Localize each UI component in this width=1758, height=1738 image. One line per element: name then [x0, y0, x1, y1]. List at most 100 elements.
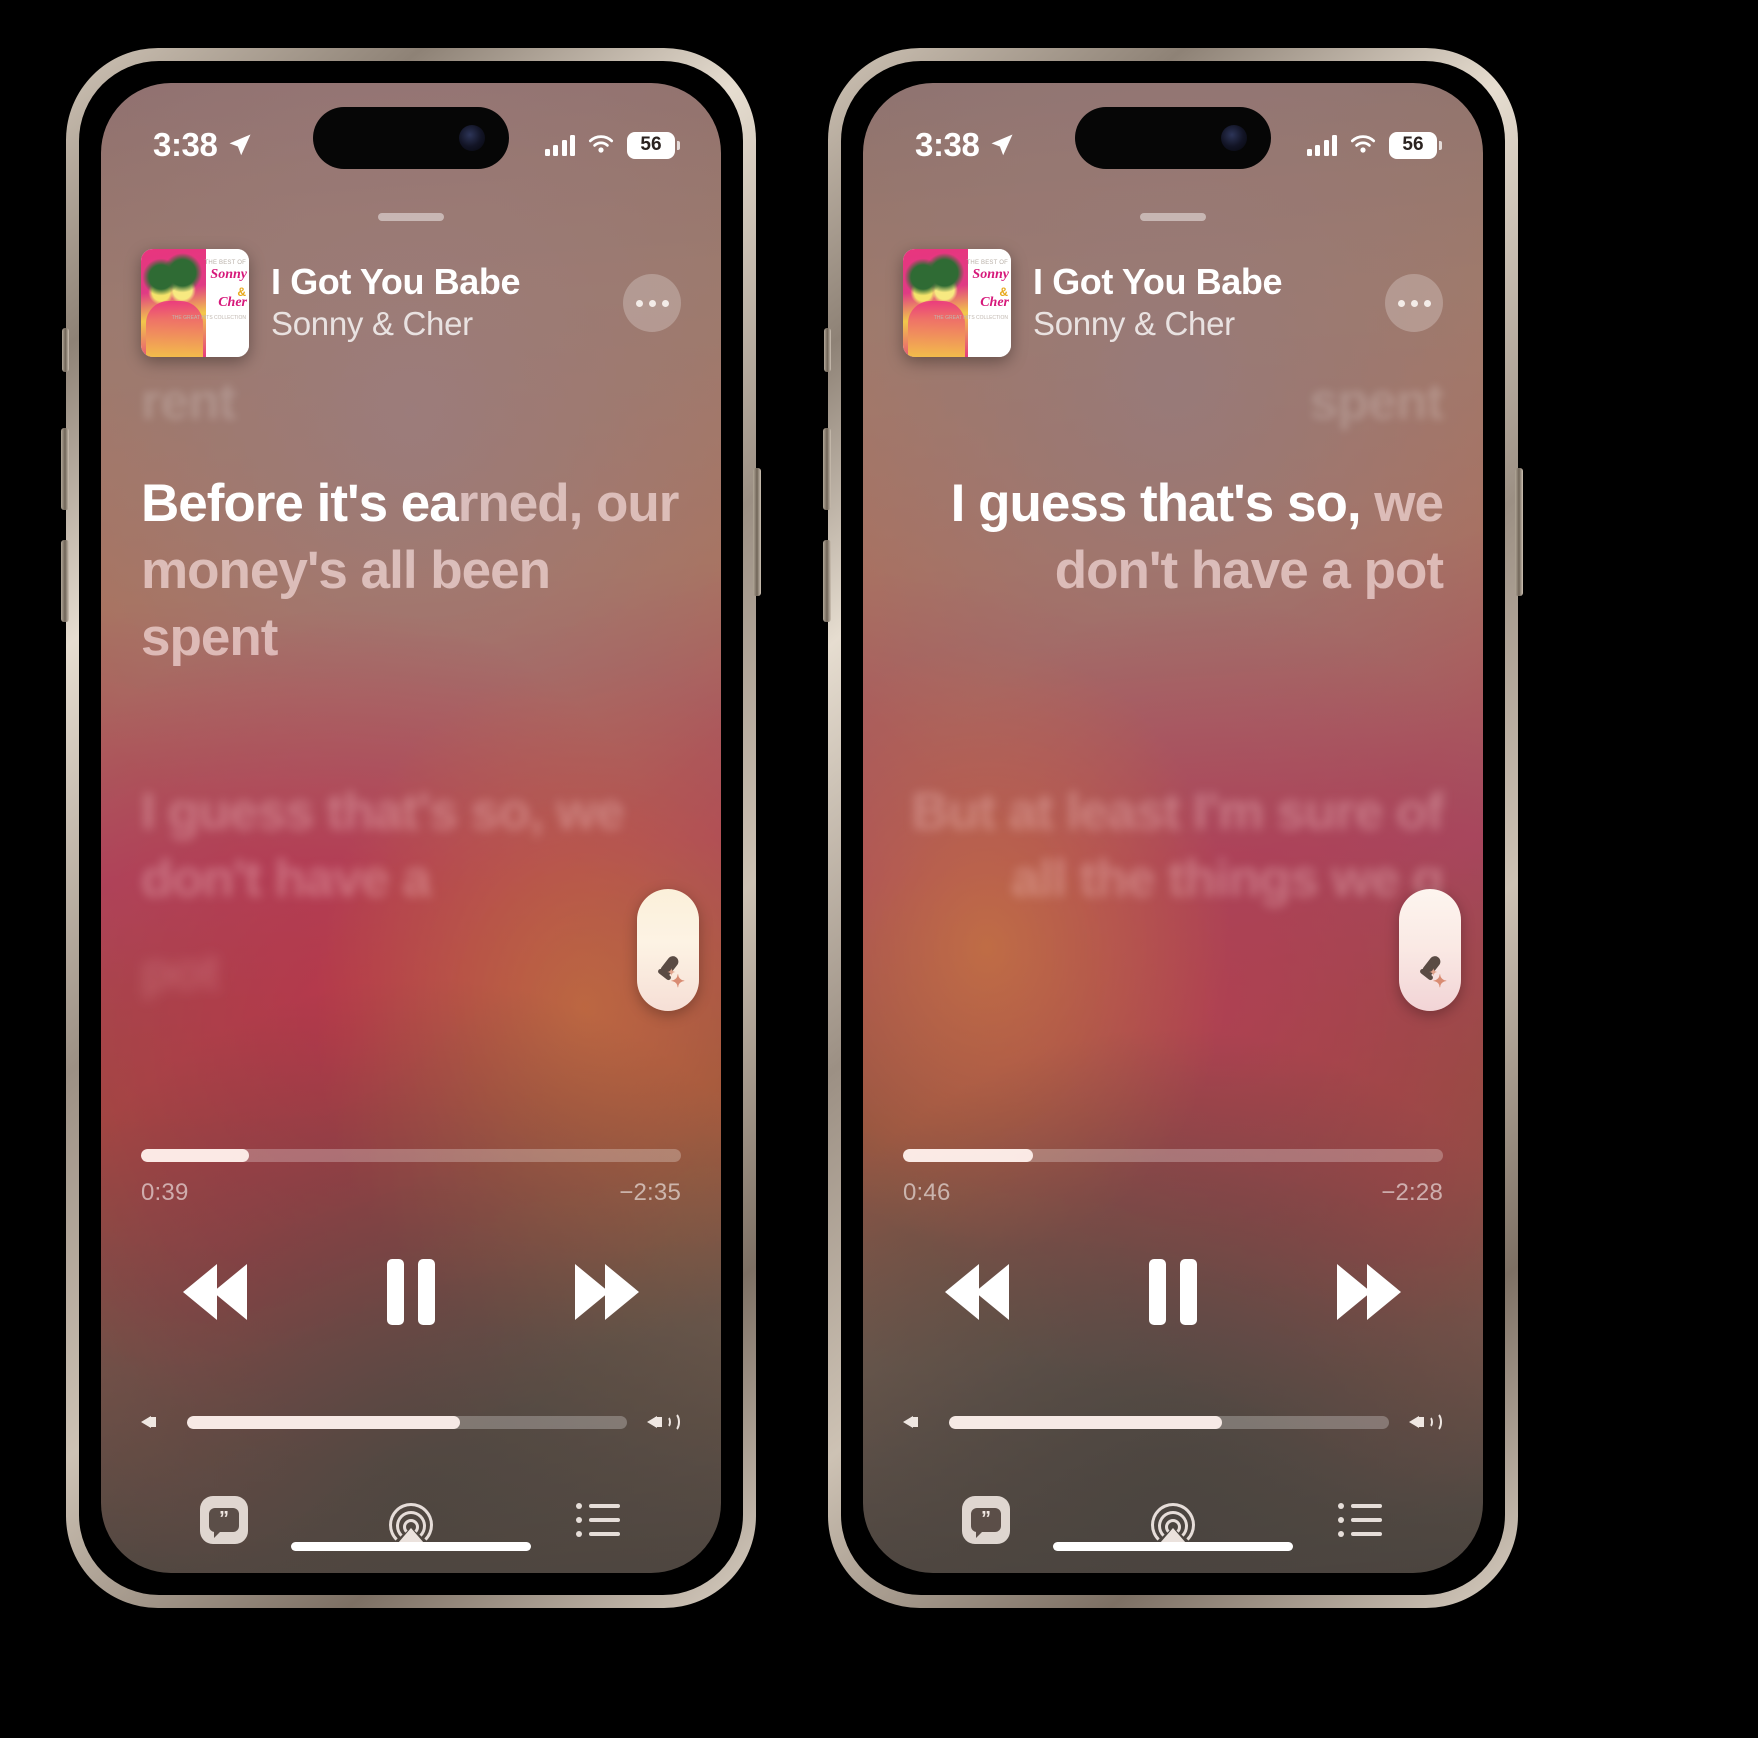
- mute-switch[interactable]: [824, 328, 831, 372]
- volume-up-button[interactable]: [61, 428, 69, 510]
- volume-down-button[interactable]: [823, 540, 831, 622]
- lyrics-panel[interactable]: rent Before it's earned, our money's all…: [101, 379, 721, 1123]
- volume-control[interactable]: [141, 1409, 681, 1435]
- volume-down-button[interactable]: [61, 540, 69, 622]
- volume-up-button[interactable]: [823, 428, 831, 510]
- ellipsis-icon: [635, 299, 643, 307]
- rewind-icon: [213, 1264, 247, 1320]
- tab-lyrics[interactable]: ”: [195, 1491, 253, 1549]
- power-button[interactable]: [1515, 468, 1523, 596]
- volume-track[interactable]: [949, 1415, 1389, 1429]
- status-indicators: 56: [544, 131, 680, 159]
- rewind-icon: [183, 1264, 217, 1320]
- power-button[interactable]: [753, 468, 761, 596]
- tab-queue[interactable]: [569, 1491, 627, 1549]
- sheet-grabber[interactable]: [1140, 213, 1206, 221]
- pause-icon: [418, 1259, 435, 1325]
- more-options-button[interactable]: [1385, 274, 1443, 332]
- home-indicator[interactable]: [1053, 1542, 1293, 1551]
- track-artist: Sonny & Cher: [1033, 305, 1235, 343]
- play-pause-button[interactable]: [1149, 1259, 1197, 1325]
- playback-progress[interactable]: 0:46 −2:28: [903, 1149, 1443, 1207]
- playback-buttons: [141, 1259, 681, 1325]
- battery-percent: 56: [640, 134, 662, 155]
- time-labels: 0:39 −2:35: [141, 1179, 681, 1207]
- playback-progress[interactable]: 0:39 −2:35: [141, 1149, 681, 1207]
- lyric-sung-text: I guess that's so,: [950, 474, 1362, 533]
- bottom-tabbar: ”: [141, 1491, 681, 1549]
- fast-forward-icon: [1367, 1264, 1401, 1320]
- tab-airplay[interactable]: [382, 1491, 440, 1549]
- airplay-icon: [386, 1497, 436, 1547]
- airplay-icon: [1148, 1497, 1198, 1547]
- wifi-icon: [588, 135, 614, 153]
- home-indicator[interactable]: [291, 1542, 531, 1551]
- rewind-icon: [975, 1264, 1009, 1320]
- status-clock: 3:38: [915, 126, 1016, 164]
- status-indicators: 56: [1306, 131, 1442, 159]
- tab-airplay[interactable]: [1144, 1491, 1202, 1549]
- fast-forward-button[interactable]: [575, 1264, 639, 1320]
- location-arrow-icon: [991, 134, 1013, 156]
- phone-right: 3:38 56 THE BEST OF Sonny & Cher THE GRE…: [823, 48, 1523, 1608]
- tab-queue[interactable]: [1331, 1491, 1389, 1549]
- ellipsis-icon: [1410, 299, 1418, 307]
- volume-control[interactable]: [903, 1409, 1443, 1435]
- artwork-name2: Cher: [980, 295, 1009, 310]
- now-playing-header: THE BEST OF Sonny & Cher THE GREAT HITS …: [903, 249, 1443, 357]
- sheet-grabber[interactable]: [378, 213, 444, 221]
- artwork-top-text: THE BEST OF: [204, 260, 246, 266]
- artwork-top-text: THE BEST OF: [966, 260, 1008, 266]
- lyric-line-current[interactable]: I guess that's so, we don't have a pot: [903, 471, 1444, 605]
- speaker-high-icon: [1409, 1409, 1443, 1435]
- signal-bars-icon: [1306, 134, 1337, 156]
- phone-chassis: 3:38 56 THE BEST OF Sonny & Cher THE GRE…: [61, 48, 761, 1608]
- rewind-icon: [945, 1264, 979, 1320]
- sing-karaoke-button[interactable]: ✦ ✦: [637, 889, 699, 1011]
- transport-controls: 0:46 −2:28 ”: [863, 1121, 1483, 1573]
- pause-icon: [1149, 1259, 1166, 1325]
- fast-forward-icon: [1337, 1264, 1371, 1320]
- progress-track[interactable]: [141, 1149, 681, 1162]
- tab-lyrics[interactable]: ”: [957, 1491, 1015, 1549]
- now-playing-header: THE BEST OF Sonny & Cher THE GREAT HITS …: [141, 249, 681, 357]
- fast-forward-button[interactable]: [1337, 1264, 1401, 1320]
- lyrics-panel[interactable]: spent I guess that's so, we don't have a…: [863, 379, 1483, 1123]
- lyric-line-previous[interactable]: spent: [903, 379, 1444, 431]
- lyric-line-next[interactable]: I guess that's so, we don't have a: [141, 779, 681, 912]
- time-labels: 0:46 −2:28: [903, 1179, 1443, 1207]
- album-artwork[interactable]: THE BEST OF Sonny & Cher THE GREAT HITS …: [903, 249, 1011, 357]
- transport-controls: 0:39 −2:35 ”: [101, 1121, 721, 1573]
- status-clock: 3:38: [153, 126, 254, 164]
- microphone-sparkle-icon: ✦ ✦: [1413, 953, 1447, 993]
- sing-karaoke-button[interactable]: ✦ ✦: [1399, 889, 1461, 1011]
- track-title: I Got You Babe: [271, 262, 521, 303]
- pause-icon: [387, 1259, 404, 1325]
- artwork-name1: Sonny: [972, 267, 1009, 282]
- mute-switch[interactable]: [62, 328, 69, 372]
- ellipsis-icon: [648, 299, 656, 307]
- ellipsis-icon: [1423, 299, 1431, 307]
- rewind-button[interactable]: [183, 1264, 247, 1320]
- track-artist: Sonny & Cher: [271, 305, 473, 343]
- queue-list-icon: [1338, 1503, 1382, 1537]
- speaker-low-icon: [903, 1409, 929, 1435]
- bottom-tabbar: ”: [903, 1491, 1443, 1549]
- location-arrow-icon: [229, 134, 251, 156]
- lyric-line-previous[interactable]: rent: [141, 379, 681, 431]
- ellipsis-icon: [661, 299, 669, 307]
- album-artwork[interactable]: THE BEST OF Sonny & Cher THE GREAT HITS …: [141, 249, 249, 357]
- phone-chassis: 3:38 56 THE BEST OF Sonny & Cher THE GRE…: [823, 48, 1523, 1608]
- lyric-line-current[interactable]: Before it's earned, our money's all been…: [141, 471, 681, 671]
- microphone-sparkle-icon: ✦ ✦: [651, 953, 685, 993]
- lyric-sung-text: Before it's ea: [141, 474, 459, 533]
- volume-track[interactable]: [187, 1415, 627, 1429]
- lyric-line-next2[interactable]: pot: [141, 939, 681, 1006]
- play-pause-button[interactable]: [387, 1259, 435, 1325]
- rewind-button[interactable]: [945, 1264, 1009, 1320]
- artwork-name2: Cher: [218, 295, 247, 310]
- status-bar: 3:38 56: [101, 83, 721, 179]
- progress-track[interactable]: [903, 1149, 1443, 1162]
- lyric-line-next[interactable]: But at least I'm sure of all the things …: [903, 779, 1444, 912]
- more-options-button[interactable]: [623, 274, 681, 332]
